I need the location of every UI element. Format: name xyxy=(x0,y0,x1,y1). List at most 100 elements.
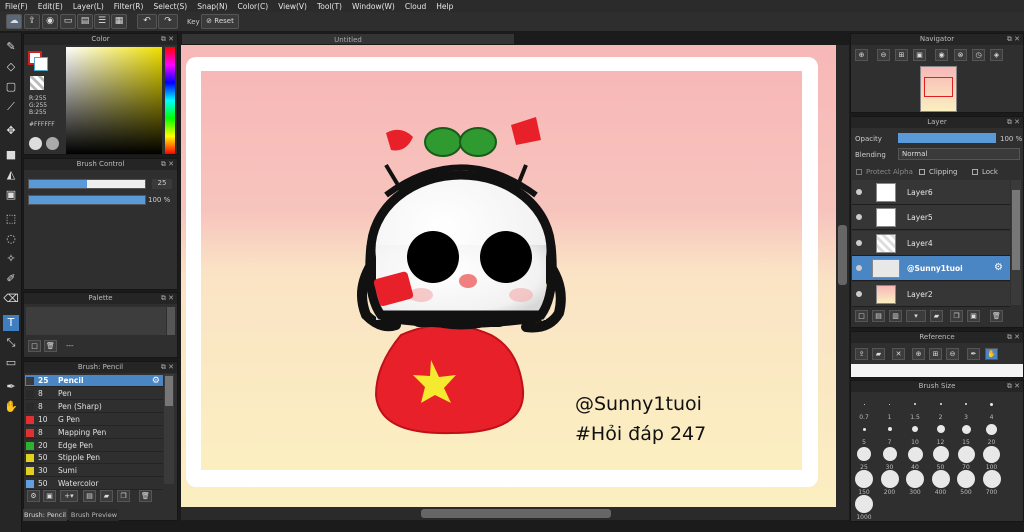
layer-menu-icon[interactable]: ▾ xyxy=(906,310,926,322)
brush-item[interactable]: 25 Pencil ⚙ xyxy=(25,375,163,387)
brush-list-scrollbar[interactable] xyxy=(164,374,174,484)
visibility-icon[interactable] xyxy=(856,240,862,246)
menu-cloud[interactable]: Cloud xyxy=(400,2,431,11)
bucket-tool-icon[interactable]: ◭ xyxy=(3,167,19,183)
menu-filter[interactable]: Filter(R) xyxy=(109,2,149,11)
color-saturation-box[interactable] xyxy=(66,47,162,154)
delete-palette-icon[interactable]: 🗑 xyxy=(44,340,57,352)
ref-eyedropper-icon[interactable]: ✒ xyxy=(967,348,980,360)
layer-row[interactable]: Layer6 xyxy=(852,180,1010,205)
undo-icon[interactable]: ↶ xyxy=(137,14,157,29)
brush-item[interactable]: 50 Watercolor xyxy=(25,478,163,491)
menu-view[interactable]: View(V) xyxy=(273,2,312,11)
gear-icon[interactable]: ⚙ xyxy=(994,262,1003,273)
tab-brush-pencil[interactable]: Brush: Pencil xyxy=(23,509,67,521)
brush-item[interactable]: 8 Pen (Sharp) xyxy=(25,401,163,413)
fill-rect-icon[interactable]: ■ xyxy=(3,147,19,163)
eraser-tool-icon[interactable]: ◇ xyxy=(3,59,19,75)
brush-size-option[interactable] xyxy=(914,403,916,405)
brush-size-slider[interactable] xyxy=(28,179,146,189)
open-reference-icon[interactable]: ▰ xyxy=(872,348,885,360)
brush-size-option[interactable] xyxy=(887,427,892,431)
rotate-right-icon[interactable]: ◷ xyxy=(972,49,985,61)
brush-open-folder-icon[interactable]: ▰ xyxy=(100,490,113,502)
lasso-tool-icon[interactable]: ◌ xyxy=(3,231,19,247)
clipping-checkbox[interactable] xyxy=(919,169,925,175)
layer-opacity-slider[interactable] xyxy=(898,133,996,143)
panel-close-icon[interactable]: ⧉ ✕ xyxy=(161,159,174,170)
zoom-fit-icon[interactable]: ⊞ xyxy=(895,49,908,61)
background-color-swatch[interactable] xyxy=(34,57,48,71)
copy-layer-icon[interactable]: ▥ xyxy=(889,310,902,322)
close-reference-icon[interactable]: ✕ xyxy=(892,348,905,360)
palette-scrollbar[interactable] xyxy=(167,307,175,335)
select-tool-icon[interactable]: ⬚ xyxy=(3,211,19,227)
brush-item[interactable]: 8 Mapping Pen xyxy=(25,427,163,439)
comment-icon[interactable]: ◉ xyxy=(42,14,58,29)
text-tool-icon[interactable]: T xyxy=(3,315,19,331)
menu-layer[interactable]: Layer(L) xyxy=(68,2,109,11)
ref-hand-icon[interactable]: ✋ xyxy=(985,348,998,360)
lock-checkbox[interactable] xyxy=(972,169,978,175)
list-icon[interactable]: ☰ xyxy=(94,14,110,29)
brush-tool-icon[interactable]: ✎ xyxy=(3,39,19,55)
layer-row[interactable]: @Sunny1tuoi ⚙ xyxy=(852,256,1010,281)
panel-close-icon[interactable]: ⧉ ✕ xyxy=(161,362,174,373)
brush-item[interactable]: 10 G Pen xyxy=(25,414,163,426)
brush-item[interactable]: 30 Sumi xyxy=(25,465,163,478)
brush-size-option[interactable] xyxy=(932,446,949,462)
brush-size-option[interactable] xyxy=(965,403,967,405)
visibility-icon[interactable] xyxy=(856,265,862,271)
add-palette-icon[interactable]: □ xyxy=(28,340,41,352)
export-icon[interactable]: ⇪ xyxy=(24,14,40,29)
menu-help[interactable]: Help xyxy=(431,2,458,11)
duplicate-layer-icon[interactable]: ❐ xyxy=(950,310,963,322)
rect-tool-icon[interactable]: ▢ xyxy=(3,79,19,95)
menu-snap[interactable]: Snap(N) xyxy=(192,2,232,11)
navigator-thumbnail[interactable] xyxy=(920,66,957,112)
brush-size-option[interactable] xyxy=(936,425,945,433)
ref-fit-icon[interactable]: ⊞ xyxy=(929,348,942,360)
gear-icon[interactable]: ⚙ xyxy=(152,375,160,387)
brush-size-option[interactable] xyxy=(906,470,924,488)
brush-size-option[interactable] xyxy=(939,403,942,405)
brush-size-option[interactable] xyxy=(912,426,918,432)
eyedropper-tool-icon[interactable]: ✒ xyxy=(3,379,19,395)
wand-tool-icon[interactable]: ⟋ xyxy=(3,99,19,115)
panel-close-icon[interactable]: ⧉ ✕ xyxy=(1007,117,1020,128)
panel-close-icon[interactable]: ⧉ ✕ xyxy=(1007,332,1020,343)
brush-folder-icon[interactable]: ▣ xyxy=(43,490,56,502)
select-eraser-icon[interactable]: ⌫ xyxy=(3,291,19,307)
magic-wand-icon[interactable]: ✧ xyxy=(3,251,19,267)
brush-copy-icon[interactable]: ❐ xyxy=(117,490,130,502)
brush-size-option[interactable] xyxy=(907,446,923,462)
layer-row[interactable]: Layer2 xyxy=(852,282,1010,307)
brush-size-option[interactable] xyxy=(889,403,890,405)
brush-size-option[interactable] xyxy=(857,447,871,461)
panel-close-icon[interactable]: ⧉ ✕ xyxy=(1007,381,1020,392)
brush-item[interactable]: 50 Stipple Pen xyxy=(25,452,163,465)
flip-icon[interactable]: ◈ xyxy=(990,49,1003,61)
brush-size-option[interactable] xyxy=(957,470,975,488)
menu-color[interactable]: Color(C) xyxy=(233,2,274,11)
panel-close-icon[interactable]: ⧉ ✕ xyxy=(161,34,174,45)
visibility-icon[interactable] xyxy=(856,189,862,195)
gradient-tool-icon[interactable]: ▣ xyxy=(3,187,19,203)
transform-tool-icon[interactable]: ⤡ xyxy=(3,335,19,351)
panel-close-icon[interactable]: ⧉ ✕ xyxy=(161,293,174,304)
zoom-out-icon[interactable]: ⊖ xyxy=(877,49,890,61)
brush-size-option[interactable] xyxy=(882,447,897,461)
horizontal-scrollbar[interactable] xyxy=(181,507,836,520)
brush-settings-icon[interactable]: ⚙ xyxy=(27,490,40,502)
brush-size-option[interactable] xyxy=(957,445,975,463)
vertical-scrollbar[interactable] xyxy=(836,45,849,520)
layer-row[interactable]: Layer5 xyxy=(852,205,1010,230)
ref-zoom-out-icon[interactable]: ⊖ xyxy=(946,348,959,360)
add-layer-icon[interactable]: □ xyxy=(855,310,868,322)
panel-close-icon[interactable]: ⧉ ✕ xyxy=(1007,34,1020,45)
reset-view-icon[interactable]: ⊗ xyxy=(954,49,967,61)
divide-tool-icon[interactable]: ▭ xyxy=(3,355,19,371)
brush-size-option[interactable] xyxy=(990,402,993,406)
reset-button[interactable]: ⊘ Reset xyxy=(201,14,239,29)
ref-zoom-in-icon[interactable]: ⊕ xyxy=(912,348,925,360)
